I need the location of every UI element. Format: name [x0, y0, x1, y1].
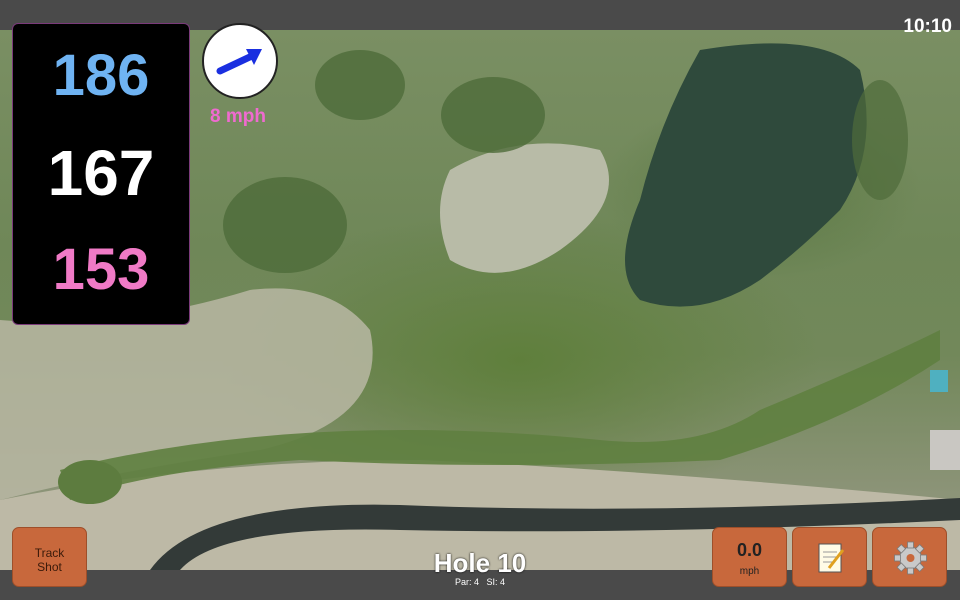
- lake: [625, 43, 867, 307]
- waste-bunker: [440, 143, 609, 273]
- hole-par: Par: 4: [454, 577, 479, 587]
- settings-button[interactable]: [872, 527, 947, 587]
- notepad-icon: [818, 543, 845, 573]
- speed-unit: mph: [739, 566, 760, 577]
- house: [930, 430, 960, 470]
- wind-speed: 8 mph: [210, 106, 266, 127]
- wind-dial: [202, 23, 278, 99]
- track-shot-button[interactable]: Track Shot: [12, 527, 87, 587]
- front-distance: 153: [52, 237, 150, 302]
- notes-button[interactable]: [792, 527, 867, 587]
- gear-icon: [894, 541, 927, 575]
- speed-value: 0.0: [736, 540, 763, 560]
- track-shot-label-line1: Track: [34, 546, 65, 560]
- green: [852, 80, 908, 200]
- wind-arrow-icon: [216, 49, 262, 75]
- distance-panel: 186 167 153: [12, 23, 190, 325]
- green: [315, 50, 405, 120]
- speed-button[interactable]: 0.0 mph: [712, 527, 787, 587]
- back-distance: 186: [52, 43, 150, 108]
- green: [441, 77, 545, 153]
- tee-box: [58, 460, 122, 504]
- status-clock: 10:10: [903, 16, 952, 37]
- pool: [930, 370, 948, 392]
- hole-title: Hole 10: [433, 548, 527, 578]
- green: [223, 177, 347, 273]
- track-shot-label-line2: Shot: [37, 560, 62, 574]
- hole-si: SI: 4: [486, 577, 506, 587]
- hole-info: Par: 4 SI: 4: [400, 577, 560, 587]
- middle-distance: 167: [47, 137, 155, 209]
